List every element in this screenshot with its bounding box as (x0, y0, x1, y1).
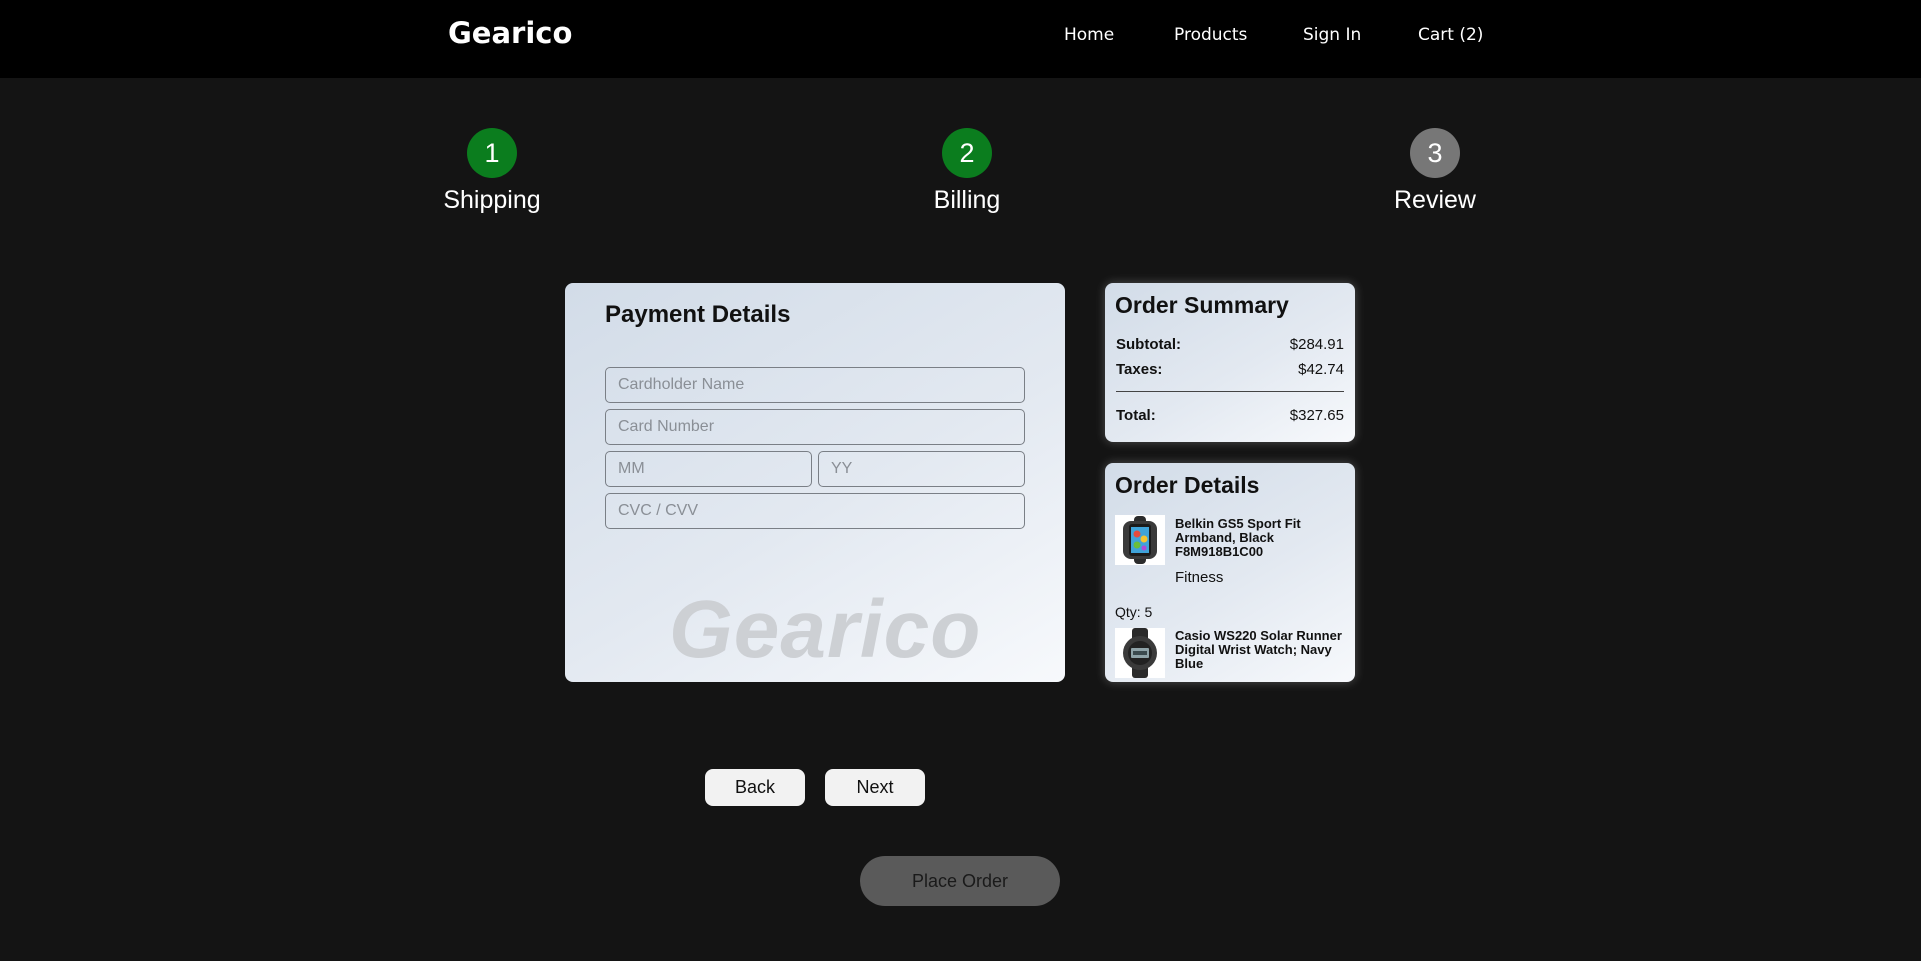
place-order-button[interactable]: Place Order (860, 856, 1060, 906)
brand-logo[interactable]: Gearico (448, 16, 572, 50)
order-summary-title: Order Summary (1115, 292, 1289, 318)
expiry-year-input[interactable] (818, 451, 1025, 487)
cvc-input[interactable] (605, 493, 1025, 529)
step-number-circle: 3 (1410, 128, 1460, 178)
next-button[interactable]: Next (825, 769, 925, 806)
step-review: 3 Review (1365, 128, 1505, 215)
nav-home-link[interactable]: Home (1064, 25, 1114, 45)
step-label: Shipping (443, 186, 541, 214)
payment-details-card: Payment Details Gearico (565, 283, 1065, 682)
total-row: Total: $327.65 (1116, 407, 1344, 424)
nav-sign-in-link[interactable]: Sign In (1303, 25, 1361, 45)
nav-cart-link[interactable]: Cart (2) (1418, 25, 1483, 45)
cardholder-name-input[interactable] (605, 367, 1025, 403)
summary-divider (1116, 391, 1344, 392)
subtotal-label: Subtotal: (1116, 336, 1181, 353)
step-label: Billing (933, 186, 1001, 214)
brand-watermark: Gearico (669, 584, 982, 675)
order-details-card: Order Details Belkin GS5 Sport Fit Armba… (1105, 463, 1355, 682)
taxes-row: Taxes: $42.74 (1116, 361, 1344, 378)
step-number-circle: 2 (942, 128, 992, 178)
product-category: Fitness (1175, 569, 1224, 586)
back-button[interactable]: Back (705, 769, 805, 806)
nav-products-link[interactable]: Products (1174, 25, 1247, 45)
taxes-label: Taxes: (1116, 361, 1163, 378)
armband-phone-icon (1115, 515, 1165, 565)
step-label: Review (1394, 186, 1476, 214)
total-label: Total: (1116, 407, 1156, 424)
total-value: $327.65 (1289, 407, 1344, 424)
payment-details-title: Payment Details (605, 301, 791, 328)
step-billing: 2 Billing (897, 128, 1037, 215)
card-number-input[interactable] (605, 409, 1025, 445)
subtotal-row: Subtotal: $284.91 (1116, 336, 1344, 353)
step-shipping: 1 Shipping (422, 128, 562, 215)
step-number-circle: 1 (467, 128, 517, 178)
subtotal-value: $284.91 (1289, 336, 1344, 353)
taxes-value: $42.74 (1298, 361, 1344, 378)
wristwatch-icon (1115, 628, 1165, 678)
product-quantity: Qty: 5 (1115, 604, 1153, 620)
expiry-month-input[interactable] (605, 451, 812, 487)
top-navigation-bar: Gearico Home Products Sign In Cart (2) (0, 0, 1921, 78)
order-summary-card: Order Summary Subtotal: $284.91 Taxes: $… (1105, 283, 1355, 442)
order-details-title: Order Details (1115, 472, 1260, 498)
product-name[interactable]: Casio WS220 Solar Runner Digital Wrist W… (1175, 629, 1345, 671)
product-name[interactable]: Belkin GS5 Sport Fit Armband, Black F8M9… (1175, 517, 1345, 559)
